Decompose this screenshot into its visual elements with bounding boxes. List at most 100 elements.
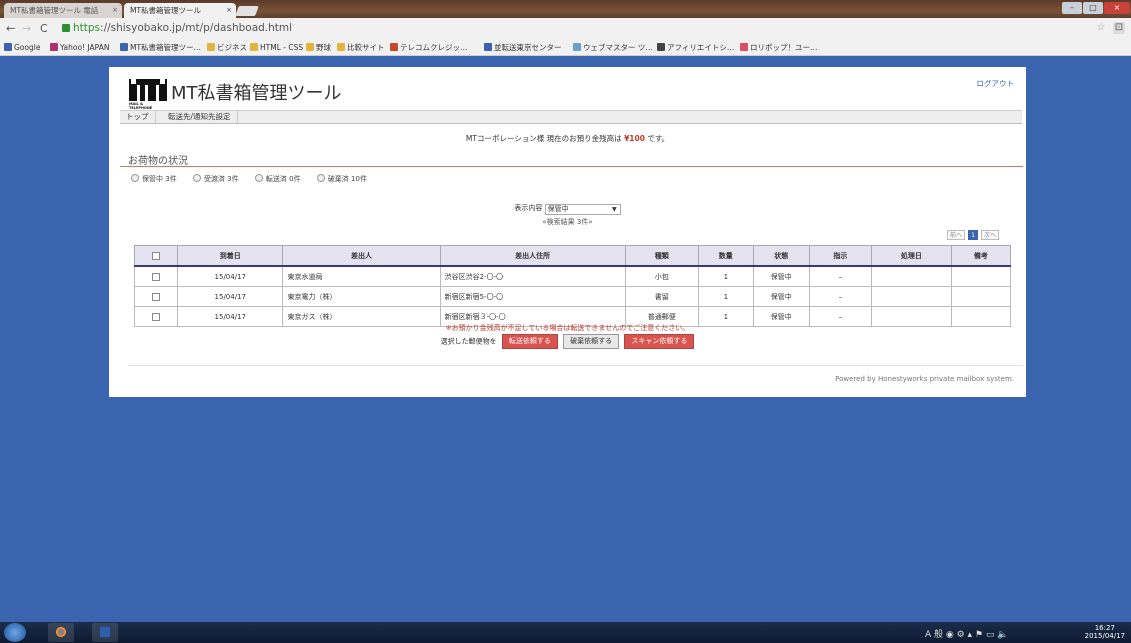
status-forwarded[interactable]: 転送済 0件 <box>254 174 301 183</box>
bookmark-label: Yahoo! JAPAN <box>60 43 110 52</box>
row-select[interactable] <box>133 286 179 307</box>
back-arrow-icon[interactable]: ← <box>6 22 15 36</box>
cell-type: 小包 <box>624 265 699 287</box>
browser-tab-2[interactable]: MT私書箱管理ツール × <box>124 3 236 18</box>
tray-icons: ◉ ⚙ ▴ ⚑ ▭ 🔈 <box>945 630 1009 640</box>
bookmark-label: ウェブマスター ツ… <box>583 43 653 52</box>
bookmark-affiliate[interactable]: アフィリエイトシ… <box>657 42 734 53</box>
bookmark-favicon-icon <box>573 43 581 51</box>
nav-item-forwarding-settings[interactable]: 転送先/通知先設定 <box>162 111 238 123</box>
bookmark-label: 並転送東京センター <box>494 43 562 52</box>
cell-date: 15/04/17 <box>177 265 284 287</box>
discard-request-button[interactable]: 破棄依頼する <box>563 334 620 349</box>
star-bookmark-icon[interactable]: ☆ <box>1095 22 1107 34</box>
section-divider <box>120 166 1023 167</box>
word-taskbar-icon[interactable] <box>92 623 118 642</box>
site-title: MT私書箱管理ツール <box>171 83 342 104</box>
close-window-button[interactable]: × <box>1104 2 1130 14</box>
forward-request-button[interactable]: 転送依頼する <box>501 334 558 349</box>
forward-arrow-icon[interactable]: → <box>22 22 31 36</box>
checkbox-icon[interactable] <box>152 312 161 321</box>
header-instruction: 指示 <box>808 245 873 267</box>
pager-prev[interactable]: 前へ <box>947 230 965 240</box>
address-bar[interactable]: https://shisyobako.jp/mt/p/dashboad.html <box>62 21 292 36</box>
row-select[interactable] <box>133 265 179 287</box>
browser-toolbar: ← → C https://shisyobako.jp/mt/p/dashboa… <box>0 18 1131 40</box>
system-clock[interactable]: 16:27 2015/04/17 <box>1085 624 1125 640</box>
bookmark-yahoo[interactable]: Yahoo! JAPAN <box>50 42 109 53</box>
folder-icon <box>250 43 258 51</box>
status-filter-row: 保管中 3件 受渡済 3件 転送済 0件 破棄済 10件 <box>131 174 381 184</box>
radio-icon <box>131 174 139 182</box>
mt-logo: MAIL & TELEPHONE <box>129 79 167 110</box>
reload-icon[interactable]: C <box>40 22 48 36</box>
bookmark-folder-business[interactable]: ビジネス <box>207 42 247 53</box>
status-count: 0件 <box>289 175 301 183</box>
bookmark-folder-baseball[interactable]: 野球 <box>306 42 331 53</box>
system-tray: A 般 ◉ ⚙ ▴ ⚑ ▭ 🔈 <box>925 627 1008 640</box>
minimize-window-button[interactable]: – <box>1062 2 1082 14</box>
new-tab-button[interactable] <box>235 6 259 16</box>
extension-icon[interactable]: ⊡ <box>1113 22 1125 34</box>
maximize-window-button[interactable]: □ <box>1083 2 1103 14</box>
actions-label: 選択した郵便物を <box>440 337 497 346</box>
bookmark-label: アフィリエイトシ… <box>667 43 735 52</box>
checkbox-icon[interactable] <box>152 292 161 301</box>
bookmark-favicon-icon <box>120 43 128 51</box>
status-stored[interactable]: 保管中 3件 <box>131 174 177 183</box>
windows-start-icon[interactable] <box>4 623 26 642</box>
pager-current[interactable]: 1 <box>968 230 978 240</box>
status-count: 10件 <box>351 175 367 183</box>
header-note: 備考 <box>950 245 1012 267</box>
bookmark-folder-comparison[interactable]: 比較サイト <box>337 42 385 53</box>
bookmark-folder-html-css[interactable]: HTML - CSS <box>250 42 303 53</box>
bookmark-mt-tool[interactable]: MT私書箱管理ツー… <box>120 42 201 53</box>
bookmark-label: MT私書箱管理ツー… <box>130 43 202 52</box>
bookmark-favicon-icon <box>657 43 665 51</box>
bookmark-google[interactable]: Google <box>4 42 40 53</box>
url-scheme: https <box>73 22 101 34</box>
tab-close-icon[interactable]: × <box>112 3 118 18</box>
browser-tab-1[interactable]: MT私書箱管理ツール 電話 × <box>4 3 122 18</box>
scan-request-button[interactable]: スキャン依頼する <box>624 334 695 349</box>
bookmark-label: ビジネス <box>217 43 247 52</box>
tab-label: MT私書箱管理ツール 電話 <box>10 6 99 15</box>
bookmark-forwarding-center[interactable]: 並転送東京センター <box>484 42 562 53</box>
pager-next[interactable]: 次へ <box>981 230 999 240</box>
nav-item-top[interactable]: トップ <box>120 111 156 123</box>
lock-icon <box>62 24 70 32</box>
bookmark-telecom-credit[interactable]: テレコムクレジッ… <box>390 42 468 53</box>
bookmark-webmaster[interactable]: ウェブマスター ツ… <box>573 42 653 53</box>
logo-subtext: MAIL & TELEPHONE <box>129 102 153 110</box>
status-discarded[interactable]: 破棄済 10件 <box>316 174 367 183</box>
table-row: 15/04/17 東京水道局 渋谷区渋谷2-〇-〇 小包 1 保管中 – <box>133 265 1012 287</box>
bookmark-lolipop[interactable]: ロリポップ！ユー… <box>740 42 818 53</box>
tab-close-icon[interactable]: × <box>226 3 232 18</box>
select-value: 保管中 <box>547 205 569 213</box>
header-select-all[interactable] <box>133 245 179 267</box>
checkbox-icon[interactable] <box>152 272 161 281</box>
tray-ime[interactable]: A 般 <box>925 630 943 640</box>
cell-address: 渋谷区渋谷2-〇-〇 <box>439 265 626 287</box>
chrome-taskbar-icon[interactable] <box>48 623 74 642</box>
section-title: お荷物の状況 <box>128 156 188 167</box>
cell-processed <box>871 265 952 287</box>
radio-icon <box>192 174 201 182</box>
dashboard-card: MAIL & TELEPHONE MT私書箱管理ツール ログアウト トップ 転送… <box>109 67 1026 397</box>
bookmark-label: 野球 <box>316 43 331 52</box>
status-count: 3件 <box>165 175 177 183</box>
clock-date: 2015/04/17 <box>1084 632 1125 640</box>
bookmark-label: 比較サイト <box>347 43 385 52</box>
url-path: ://shisyobako.jp/mt/p/dashboad.html <box>100 22 293 34</box>
header-processed-date: 処理日 <box>871 245 952 267</box>
display-select[interactable]: 保管中 ▼ <box>544 204 621 215</box>
taskbar: A 般 ◉ ⚙ ▴ ⚑ ▭ 🔈 16:27 2015/04/17 <box>0 622 1131 643</box>
logout-link[interactable]: ログアウト <box>977 78 1015 89</box>
status-delivered[interactable]: 受渡済 3件 <box>192 174 239 183</box>
cell-sender: 東京水道局 <box>282 265 441 287</box>
search-result-count: «検索結果 3件» <box>542 218 593 226</box>
checkbox-icon[interactable] <box>152 251 161 260</box>
status-label: 保管中 <box>142 175 163 183</box>
caret-down-icon: ▼ <box>611 206 617 213</box>
header-type: 種類 <box>624 245 699 267</box>
